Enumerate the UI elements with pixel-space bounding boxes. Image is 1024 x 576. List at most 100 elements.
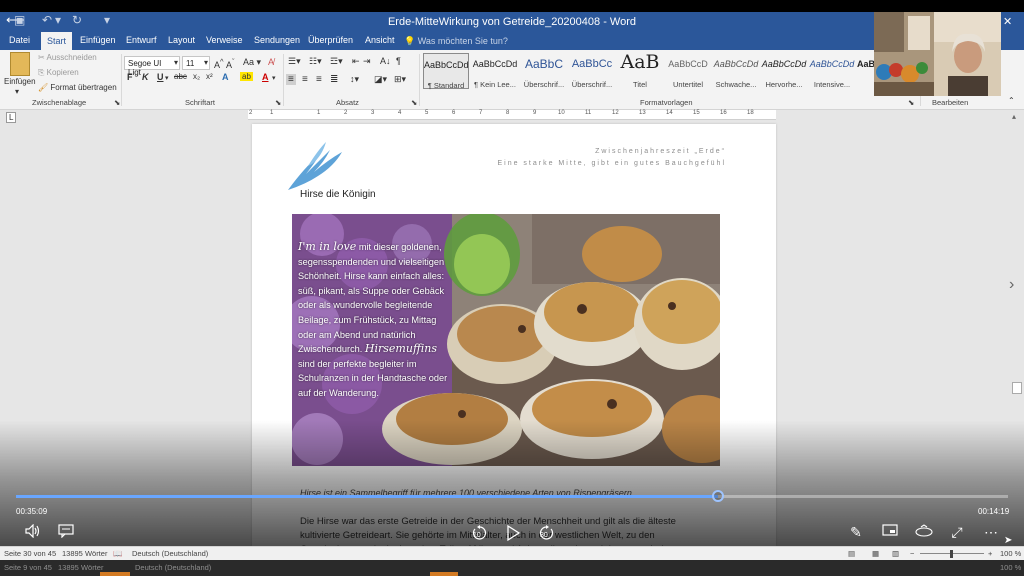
fullscreen-icon[interactable]: ⤢ (947, 524, 967, 540)
mini-player-icon[interactable] (880, 524, 900, 536)
borders-icon[interactable]: ⊞▾ (394, 74, 406, 85)
tab-layout[interactable]: Layout (168, 35, 195, 45)
style-subtitle[interactable]: AaBbCcD Untertitel (665, 53, 711, 89)
more-options-icon[interactable]: ⋯ (981, 524, 1001, 540)
style-title[interactable]: AaB Titel (617, 51, 663, 89)
font-family-dropdown-icon[interactable]: ▾ (174, 58, 178, 67)
line-spacing-icon[interactable]: ↕▾ (350, 74, 359, 85)
tab-verweise[interactable]: Verweise (206, 35, 243, 45)
proofing-icon[interactable]: 📖 (113, 549, 122, 558)
tab-entwurf[interactable]: Entwurf (126, 35, 157, 45)
style-heading-1[interactable]: AaBbC Überschrif... (521, 53, 567, 89)
underline-dropdown-icon[interactable]: ▾ (165, 74, 169, 82)
zoom-slider-thumb[interactable] (950, 550, 953, 558)
style-sample: AaBbCcDd (713, 59, 759, 69)
multilevel-list-icon[interactable]: ☲▾ (330, 56, 343, 67)
cut-button[interactable]: ✂ Ausschneiden (38, 53, 97, 62)
shading-icon[interactable]: ◪▾ (374, 74, 387, 85)
editing-group-label: Bearbeiten (932, 98, 969, 107)
paste-dropdown-icon[interactable]: ▾ (15, 87, 19, 96)
style-more[interactable]: AaBb (857, 53, 875, 89)
paragraph-launcher-icon[interactable]: ⬊ (411, 98, 417, 107)
tab-datei[interactable]: Datei (9, 35, 30, 45)
decrease-indent-icon[interactable]: ⇤ (352, 56, 360, 67)
360-view-icon[interactable] (914, 524, 934, 538)
tab-stop-selector-icon[interactable]: L (6, 112, 17, 123)
tab-start[interactable]: Start (41, 32, 73, 50)
progress-knob[interactable] (712, 490, 724, 502)
font-color-dropdown-icon[interactable]: ▾ (272, 74, 276, 82)
italic-icon[interactable]: K (142, 72, 149, 82)
underline-icon[interactable]: U (157, 72, 164, 82)
volume-icon[interactable] (23, 524, 43, 538)
edit-pencil-icon[interactable]: ✎ (846, 524, 866, 540)
paste-clipboard-icon[interactable] (10, 52, 30, 76)
collapse-ribbon-icon[interactable]: ⌃ (1008, 96, 1015, 105)
scroll-thumb[interactable] (1012, 382, 1022, 394)
font-color-icon[interactable]: A (262, 72, 269, 82)
subtitles-icon[interactable] (56, 524, 76, 538)
bold-icon[interactable]: F (127, 72, 133, 82)
skip-forward-button[interactable]: 30 (536, 524, 556, 542)
bullets-icon[interactable]: ☰▾ (288, 56, 301, 67)
clear-formatting-icon[interactable]: A̸ (268, 57, 274, 67)
numbering-icon[interactable]: ☷▾ (309, 56, 322, 67)
tab-ansicht[interactable]: Ansicht (365, 35, 395, 45)
superscript-icon[interactable]: x² (206, 72, 213, 81)
shrink-font-icon[interactable]: Aˇ (226, 57, 235, 70)
photo-text-part2: sind der perfekte begleiter im Schulranz… (298, 358, 448, 398)
tab-ueberpruefen[interactable]: Überprüfen (308, 35, 353, 45)
styles-launcher-icon[interactable]: ⬊ (908, 98, 914, 107)
vertical-scrollbar[interactable] (1010, 110, 1024, 546)
format-painter-button[interactable]: 🖌 Format übertragen (38, 83, 117, 92)
web-layout-icon[interactable]: ▥ (892, 549, 899, 558)
copy-button[interactable]: ⎘ Kopieren (38, 68, 79, 78)
tab-sendungen[interactable]: Sendungen (254, 35, 300, 45)
horizontal-ruler[interactable]: 2 1 1 2 3 4 5 6 7 8 9 10 11 12 13 14 15 … (248, 110, 776, 120)
justify-icon[interactable]: ≣ (330, 74, 338, 85)
style-emphasis[interactable]: AaBbCcDd Hervorhe... (761, 53, 807, 89)
scroll-up-icon[interactable]: ▴ (1012, 112, 1016, 121)
highlight-icon[interactable]: ab (240, 72, 253, 81)
progress-bar[interactable] (16, 490, 1008, 502)
style-subtle-emphasis[interactable]: AaBbCcDd Schwache... (713, 53, 759, 89)
style-no-spacing[interactable]: AaBbCcDd ¶ Kein Lee... (472, 53, 518, 89)
subscript-icon[interactable]: x₂ (193, 72, 200, 81)
clipboard-launcher-icon[interactable]: ⬊ (114, 98, 120, 107)
play-button[interactable] (503, 524, 523, 542)
style-intense-emphasis[interactable]: AaBbCcDd Intensive... (809, 53, 855, 89)
read-mode-icon[interactable]: ▤ (848, 549, 855, 558)
zoom-level[interactable]: 100 % (1000, 549, 1021, 558)
status-language[interactable]: Deutsch (Deutschland) (132, 549, 208, 558)
webcam-room-view (874, 12, 934, 96)
grow-font-icon[interactable]: A^ (214, 57, 224, 70)
sort-icon[interactable]: A↓ (380, 56, 391, 66)
skip-back-button[interactable]: 10 (470, 524, 490, 542)
align-left-icon[interactable]: ≡ (286, 74, 296, 85)
style-heading-2[interactable]: AaBbCc Überschrif... (569, 53, 615, 89)
text-effects-icon[interactable]: A (222, 72, 229, 82)
paste-button[interactable]: Einfügen (4, 77, 36, 86)
close-icon[interactable]: ✕ (1003, 15, 1012, 28)
align-right-icon[interactable]: ≡ (316, 74, 322, 85)
align-center-icon[interactable]: ≡ (302, 74, 308, 85)
increase-indent-icon[interactable]: ⇥ (363, 56, 371, 67)
ruler-label: 1 (270, 110, 274, 116)
status-page[interactable]: Seite 30 von 45 (4, 549, 56, 558)
style-name: Intensive... (813, 80, 851, 89)
zoom-out-icon[interactable]: − (910, 549, 914, 558)
tab-einfuegen[interactable]: Einfügen (80, 35, 116, 45)
strikethrough-icon[interactable]: abc (174, 72, 187, 81)
style-standard[interactable]: AaBbCcDd ¶ Standard (423, 53, 469, 90)
style-sample: AaB (620, 51, 660, 73)
change-case-icon[interactable]: Aa ▾ (243, 57, 261, 68)
tell-me-search[interactable]: 💡 Was möchten Sie tun? (404, 36, 508, 47)
print-layout-icon[interactable]: ▦ (872, 549, 879, 558)
font-launcher-icon[interactable]: ⬊ (275, 98, 281, 107)
show-marks-icon[interactable]: ¶ (396, 56, 401, 66)
font-family-select[interactable]: Segoe UI Ligt (124, 56, 180, 77)
font-size-dropdown-icon[interactable]: ▾ (204, 58, 208, 67)
status-words[interactable]: 13895 Wörter (62, 549, 107, 558)
zoom-in-icon[interactable]: + (988, 549, 992, 558)
next-page-chevron-icon[interactable]: › (1009, 276, 1014, 294)
